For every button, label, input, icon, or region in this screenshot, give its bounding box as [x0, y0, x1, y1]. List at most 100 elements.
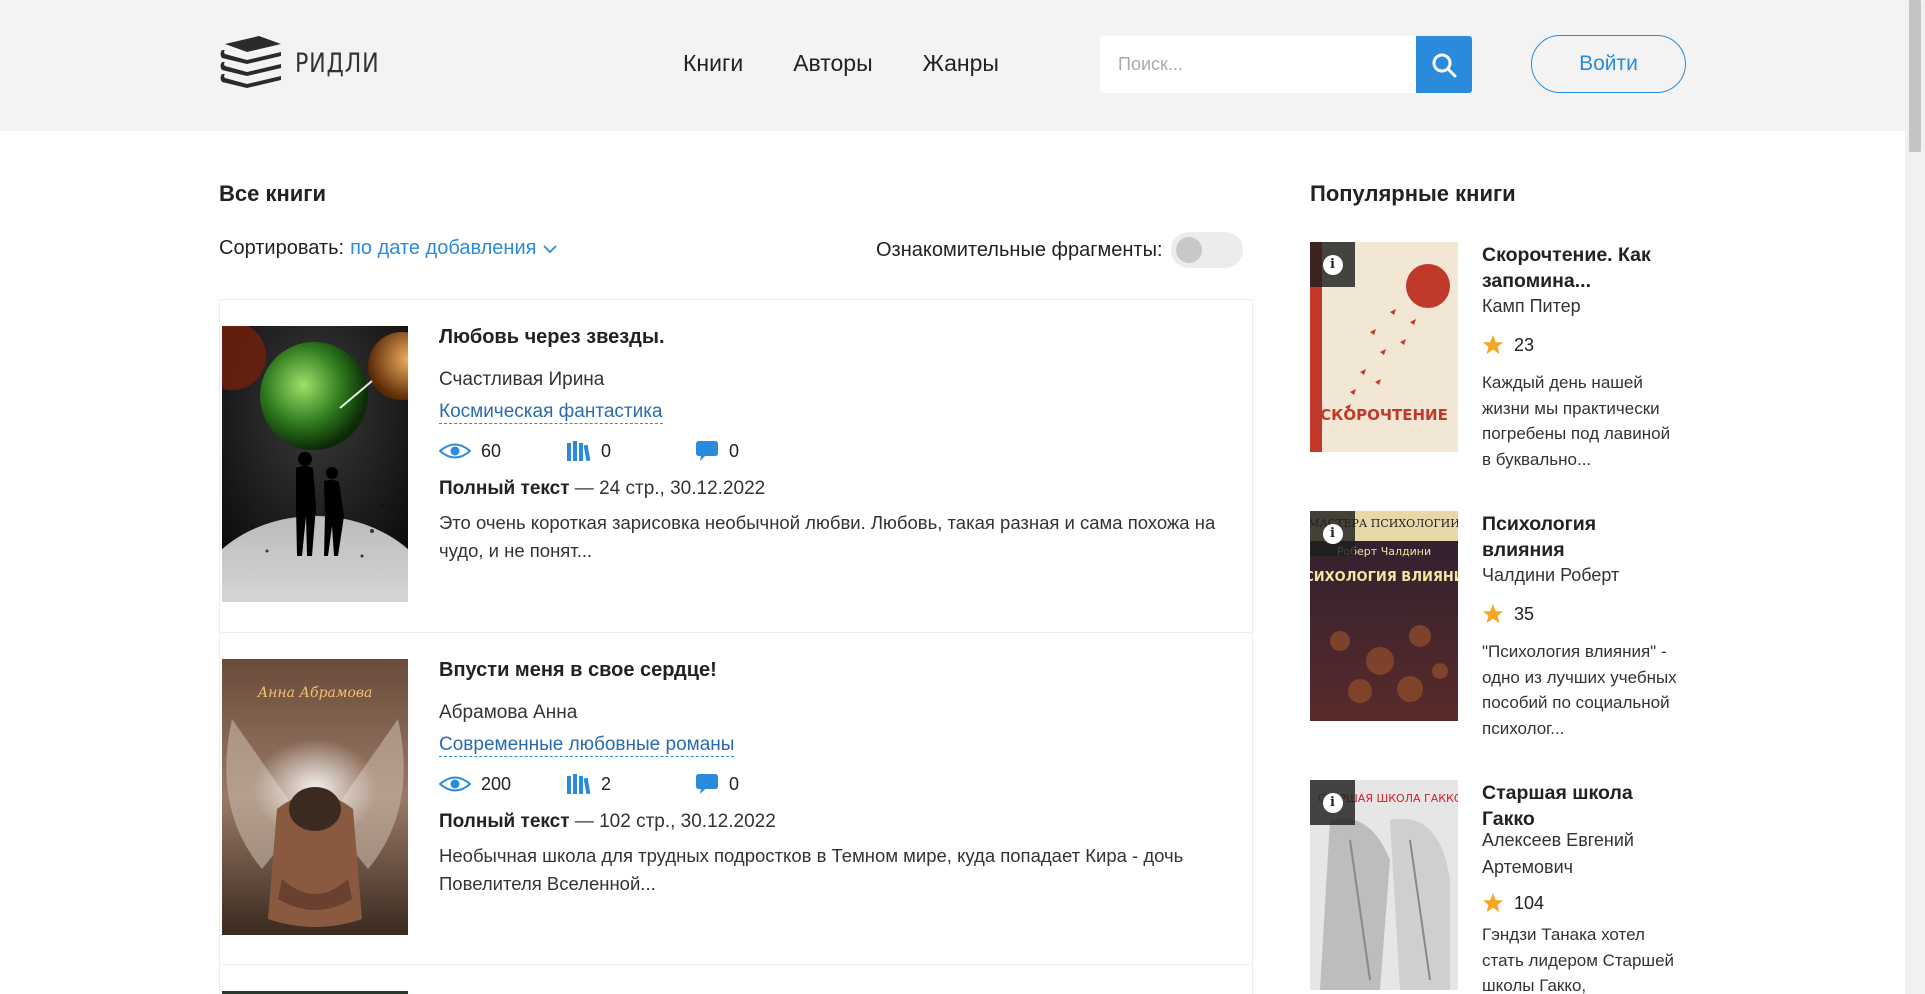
popular-book-author[interactable]: Алексеев Евгений Артемович	[1482, 827, 1682, 881]
star-icon	[1482, 892, 1504, 913]
libraries-stat: 2	[567, 773, 695, 795]
popular-book-title[interactable]: Психология влияния	[1482, 511, 1682, 563]
fragments-toggle[interactable]	[1170, 232, 1243, 268]
views-stat: 60	[439, 440, 567, 462]
scrollbar-thumb[interactable]	[1909, 0, 1921, 152]
sort-dropdown[interactable]: по дате добавления	[350, 237, 536, 260]
cover-title-text: ПСИХОЛОГИЯ ВЛИЯНИЯ	[1310, 570, 1458, 585]
popular-book-title[interactable]: Скорочтение. Как запомина...	[1482, 242, 1682, 294]
eye-icon	[439, 443, 471, 459]
popular-book: МАСТЕРА ПСИХОЛОГИИ Роберт Чалдини ПСИХОЛ…	[1310, 511, 1690, 741]
site-logo[interactable]: РИДЛИ	[219, 36, 398, 90]
nav-genres[interactable]: Жанры	[923, 50, 999, 77]
sort-label: Сортировать:	[219, 237, 345, 259]
chevron-down-icon[interactable]	[542, 244, 558, 254]
popular-book-cover[interactable]: МАСТЕРА ПСИХОЛОГИИ Роберт Чалдини ПСИХОЛ…	[1310, 511, 1458, 721]
book-full-text-info: Полный текст — 102 стр., 30.12.2022	[439, 811, 776, 833]
search-button[interactable]	[1416, 36, 1472, 93]
book-card	[220, 964, 1252, 994]
fragments-label: Ознакомительные фрагменты:	[876, 238, 1163, 261]
cover-image-space-couple	[222, 326, 408, 602]
popular-book-rating: 35	[1482, 603, 1534, 625]
book-description: Это очень короткая зарисовка необычной л…	[439, 512, 1216, 561]
login-button[interactable]: Войти	[1531, 35, 1686, 93]
book-list: Любовь через звезды. Счастливая Ирина Ко…	[219, 299, 1253, 994]
page-scrollbar[interactable]	[1905, 0, 1925, 994]
book-title[interactable]: Впусти меня в свое сердце!	[439, 659, 717, 682]
book-stats: 200 2 0	[439, 773, 823, 795]
book-meta: — 24 стр., 30.12.2022	[569, 478, 766, 499]
popular-book-rating: 23	[1482, 334, 1534, 356]
cover-image-angel: Анна Абрамова	[222, 659, 408, 935]
libraries-stat: 0	[567, 440, 695, 462]
site-header: РИДЛИ Книги Авторы Жанры Войти	[0, 0, 1905, 131]
book-genre[interactable]: Космическая фантастика	[439, 401, 663, 424]
eye-icon	[439, 776, 471, 792]
popular-book-description: Каждый день нашей жизни мы практически п…	[1482, 373, 1671, 469]
popular-book-cover[interactable]: СТАРШАЯ ШКОЛА ГАККО i	[1310, 780, 1458, 990]
popular-book: СТАРШАЯ ШКОЛА ГАККО i Старшая школа Гакк…	[1310, 780, 1690, 994]
info-button[interactable]: i	[1310, 511, 1355, 556]
star-icon	[1482, 603, 1504, 624]
popular-book-rating: 104	[1482, 892, 1544, 914]
popular-book: СКОРОЧТЕНИЕ i Скорочтение. Как запомина.…	[1310, 242, 1690, 472]
nav-books[interactable]: Книги	[683, 50, 743, 77]
comments-stat: 0	[695, 440, 823, 462]
views-stat: 200	[439, 773, 567, 795]
search-icon	[1432, 53, 1457, 77]
book-meta: — 102 стр., 30.12.2022	[569, 811, 776, 832]
book-genre[interactable]: Современные любовные романы	[439, 734, 735, 757]
comment-icon	[696, 774, 718, 794]
popular-book-author[interactable]: Чалдини Роберт	[1482, 562, 1682, 589]
book-title[interactable]: Любовь через звезды.	[439, 326, 665, 349]
libraries-count: 0	[601, 440, 612, 461]
comments-count: 0	[729, 440, 740, 461]
book-cover[interactable]: Анна Абрамова	[222, 659, 408, 935]
rating-value: 35	[1514, 603, 1535, 624]
info-button[interactable]: i	[1310, 242, 1355, 287]
comment-icon	[696, 441, 718, 461]
book-card: Любовь через звезды. Счастливая Ирина Ко…	[220, 300, 1252, 632]
info-icon: i	[1322, 523, 1343, 544]
logo-text: РИДЛИ	[295, 47, 380, 79]
popular-book-description: Гэндзи Танака хотел стать лидером Старше…	[1482, 925, 1675, 994]
full-text-label[interactable]: Полный текст	[439, 478, 570, 499]
info-icon: i	[1322, 792, 1343, 813]
nav-authors[interactable]: Авторы	[793, 50, 872, 77]
views-count: 60	[481, 440, 502, 461]
book-author[interactable]: Счастливая Ирина	[439, 369, 604, 391]
library-icon	[567, 774, 591, 794]
popular-book-cover[interactable]: СКОРОЧТЕНИЕ i	[1310, 242, 1458, 452]
rating-value: 104	[1514, 892, 1545, 913]
comments-count: 0	[729, 773, 740, 794]
libraries-count: 2	[601, 773, 612, 794]
full-text-label[interactable]: Полный текст	[439, 811, 570, 832]
main-nav: Книги Авторы Жанры	[683, 50, 999, 77]
book-card: Анна Абрамова Впусти меня в свое сердце!…	[220, 632, 1252, 964]
library-icon	[567, 441, 591, 461]
search-input[interactable]	[1100, 36, 1416, 93]
book-author[interactable]: Абрамова Анна	[439, 702, 577, 724]
star-icon	[1482, 334, 1504, 355]
search-bar	[1100, 36, 1472, 93]
books-stack-icon	[220, 36, 281, 88]
info-icon: i	[1322, 254, 1343, 275]
page-title: Все книги	[219, 181, 326, 206]
fragments-filter: Ознакомительные фрагменты:	[876, 232, 1243, 268]
comments-stat: 0	[695, 773, 823, 795]
rating-value: 23	[1514, 334, 1535, 355]
info-button[interactable]: i	[1310, 780, 1355, 825]
popular-book-description: "Психология влияния" - одно из лучших уч…	[1482, 642, 1677, 738]
cover-title-text: СКОРОЧТЕНИЕ	[1320, 406, 1448, 424]
book-stats: 60 0 0	[439, 440, 823, 462]
book-full-text-info: Полный текст — 24 стр., 30.12.2022	[439, 478, 765, 500]
cover-author-text: Анна Абрамова	[257, 685, 373, 701]
views-count: 200	[481, 773, 512, 794]
popular-book-title[interactable]: Старшая школа Гакко	[1482, 780, 1682, 832]
popular-book-author[interactable]: Камп Питер	[1482, 293, 1682, 320]
toggle-knob	[1175, 237, 1202, 263]
book-description: Необычная школа для трудных подростков в…	[439, 845, 1184, 894]
sidebar-title: Популярные книги	[1310, 181, 1516, 206]
book-cover[interactable]	[222, 326, 408, 602]
sort-control: Сортировать: по дате добавления	[219, 237, 558, 260]
